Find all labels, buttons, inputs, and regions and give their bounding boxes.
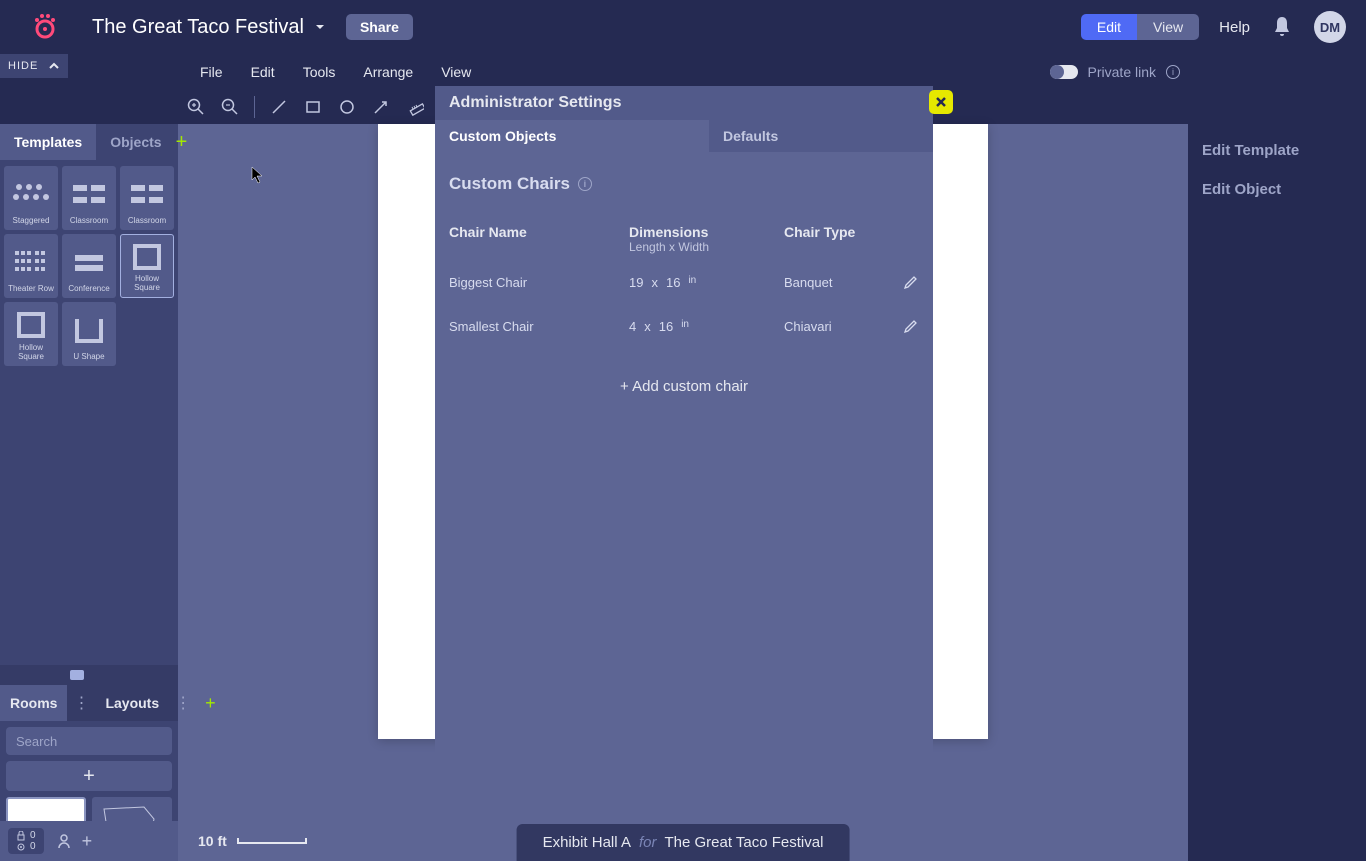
table-row: Smallest Chair 4 x 16 in Chiavari (449, 304, 919, 348)
bell-icon[interactable] (1272, 16, 1314, 38)
tab-objects[interactable]: Objects (96, 124, 175, 160)
chevron-down-icon[interactable] (314, 21, 346, 33)
tab-custom-objects[interactable]: Custom Objects (435, 120, 709, 152)
col-dimensions-sub: Length x Width (629, 240, 784, 254)
template-staggered[interactable]: Staggered (4, 166, 58, 230)
hide-label: HIDE (8, 60, 38, 72)
layouts-menu-icon[interactable]: ⋮ (169, 693, 197, 713)
scale-label: 10 ft (198, 833, 227, 849)
chevron-up-icon (48, 60, 60, 72)
template-hollow-square-1[interactable]: Hollow Square (120, 234, 174, 298)
template-u-shape[interactable]: U Shape (62, 302, 116, 366)
view-mode-button[interactable]: View (1137, 14, 1199, 40)
rect-tool-icon[interactable] (303, 97, 323, 117)
lock-icon (16, 831, 26, 841)
template-theater[interactable]: Theater Row (4, 234, 58, 298)
logo[interactable] (28, 10, 62, 44)
project-title: The Great Taco Festival (92, 16, 304, 39)
menu-view[interactable]: View (427, 64, 485, 80)
search-input[interactable] (6, 727, 172, 755)
menu-file[interactable]: File (186, 64, 237, 80)
add-template-button[interactable]: + (176, 131, 188, 154)
edit-icon[interactable] (903, 318, 919, 334)
share-button[interactable]: Share (346, 14, 413, 40)
admin-settings-modal: Administrator Settings Custom Objects De… (435, 86, 933, 780)
col-chair-type: Chair Type (784, 224, 884, 254)
gear-count: 0 (30, 841, 36, 852)
info-icon[interactable]: i (1166, 65, 1180, 79)
template-classroom-1[interactable]: Classroom (62, 166, 116, 230)
edit-template-link[interactable]: Edit Template (1202, 142, 1352, 159)
event-name: The Great Taco Festival (664, 834, 823, 851)
modal-title: Administrator Settings (449, 94, 621, 112)
edit-icon[interactable] (903, 274, 919, 290)
rooms-menu-icon[interactable]: ⋮ (67, 693, 95, 713)
template-zoom-slider[interactable] (0, 665, 178, 685)
info-icon[interactable]: i (578, 177, 592, 191)
scale-bar (237, 838, 307, 844)
help-link[interactable]: Help (1219, 19, 1250, 36)
template-classroom-2[interactable]: Classroom (120, 166, 174, 230)
chair-type: Chiavari (784, 319, 884, 334)
chair-type: Banquet (784, 275, 884, 290)
add-room-button[interactable]: + (6, 761, 172, 791)
circle-tool-icon[interactable] (337, 97, 357, 117)
chair-name: Smallest Chair (449, 319, 629, 334)
for-label: for (639, 834, 657, 851)
lock-count: 0 (30, 830, 36, 841)
hide-panel-button[interactable]: HIDE (0, 54, 68, 78)
chair-name: Biggest Chair (449, 275, 629, 290)
user-icon[interactable] (54, 830, 76, 852)
add-custom-chair-button[interactable]: + Add custom chair (449, 378, 919, 395)
tab-defaults[interactable]: Defaults (709, 120, 792, 152)
zoom-out-icon[interactable] (220, 97, 240, 117)
private-link-toggle[interactable] (1050, 65, 1078, 79)
gear-icon (16, 842, 26, 852)
template-conference[interactable]: Conference (62, 234, 116, 298)
room-name: Exhibit Hall A (543, 834, 631, 851)
avatar[interactable]: DM (1314, 11, 1346, 43)
arrow-tool-icon[interactable] (371, 97, 391, 117)
menu-edit[interactable]: Edit (237, 64, 289, 80)
private-link-label: Private link (1088, 64, 1156, 80)
edit-mode-button[interactable]: Edit (1081, 14, 1137, 40)
breadcrumb: Exhibit Hall A for The Great Taco Festiv… (517, 824, 850, 861)
col-chair-name: Chair Name (449, 224, 629, 254)
menu-tools[interactable]: Tools (289, 64, 350, 80)
add-room-tab-button[interactable]: + (197, 693, 224, 714)
tab-templates[interactable]: Templates (0, 124, 96, 160)
table-row: Biggest Chair 19 x 16 in Banquet (449, 260, 919, 304)
section-title: Custom Chairs (449, 174, 570, 194)
tab-rooms[interactable]: Rooms (0, 685, 67, 721)
line-tool-icon[interactable] (269, 97, 289, 117)
zoom-in-icon[interactable] (186, 97, 206, 117)
ruler-tool-icon[interactable] (405, 97, 425, 117)
col-dimensions: Dimensions (629, 224, 784, 240)
tab-layouts[interactable]: Layouts (95, 685, 169, 721)
add-user-button[interactable]: + (82, 831, 93, 852)
template-hollow-square-2[interactable]: Hollow Square (4, 302, 58, 366)
edit-object-link[interactable]: Edit Object (1202, 181, 1352, 198)
close-icon[interactable] (929, 90, 953, 114)
menu-arrange[interactable]: Arrange (349, 64, 427, 80)
